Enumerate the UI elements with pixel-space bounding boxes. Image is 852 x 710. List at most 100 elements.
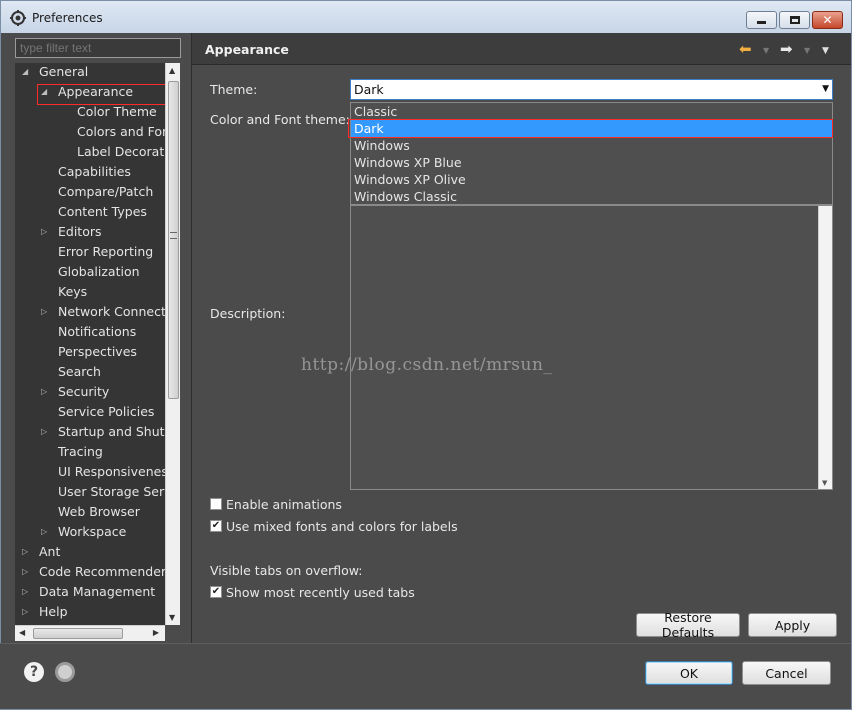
- apply-button[interactable]: Apply: [748, 613, 837, 637]
- tree-item[interactable]: ▷ Startup and Shutdown: [15, 422, 165, 442]
- tree-item[interactable]: Tracing: [15, 442, 165, 462]
- expanded-triangle-icon[interactable]: ◢: [22, 63, 32, 82]
- theme-option[interactable]: Classic: [351, 103, 832, 120]
- tree-item[interactable]: ▷ Code Recommenders: [15, 562, 165, 582]
- collapsed-triangle-icon[interactable]: ▷: [41, 422, 51, 442]
- theme-select-value: Dark: [354, 82, 384, 97]
- tree-item-label: Ant: [39, 544, 61, 559]
- collapsed-triangle-icon[interactable]: ▷: [41, 302, 51, 322]
- close-icon: ✕: [822, 13, 833, 27]
- tree-item-label: Service Policies: [58, 404, 155, 419]
- tree-item-label: Compare/Patch: [58, 184, 154, 199]
- theme-option[interactable]: Windows Classic: [351, 188, 832, 205]
- tree-item-label: General: [39, 64, 89, 79]
- tree-item[interactable]: Label Decorations: [15, 142, 165, 162]
- tree-item[interactable]: ◢ Appearance: [15, 82, 165, 102]
- tree-hscroll-thumb[interactable]: [33, 628, 123, 639]
- restore-defaults-button[interactable]: Restore Defaults: [636, 610, 740, 640]
- collapsed-triangle-icon[interactable]: ▷: [22, 562, 32, 582]
- scroll-down-icon[interactable]: ▼: [822, 479, 827, 487]
- collapsed-triangle-icon[interactable]: ▷: [22, 602, 32, 622]
- theme-select[interactable]: Dark ▼: [350, 79, 833, 100]
- tree-item[interactable]: Keys: [15, 282, 165, 302]
- minimize-button[interactable]: [746, 11, 777, 29]
- tree-item[interactable]: Perspectives: [15, 342, 165, 362]
- tree-item[interactable]: Error Reporting: [15, 242, 165, 262]
- tree-item[interactable]: Compare/Patch: [15, 182, 165, 202]
- theme-option[interactable]: Windows: [351, 137, 832, 154]
- back-arrow-icon[interactable]: ⬅: [739, 41, 752, 57]
- tree-item[interactable]: Service Policies: [15, 402, 165, 422]
- tree-item[interactable]: Colors and Fonts: [15, 122, 165, 142]
- forward-dropdown-icon[interactable]: ▼: [804, 43, 810, 59]
- tree-item[interactable]: Notifications: [15, 322, 165, 342]
- theme-option[interactable]: Windows XP Olive: [351, 171, 832, 188]
- tree-item[interactable]: ▷ Help: [15, 602, 165, 622]
- tree-item-label: Workspace: [58, 524, 127, 539]
- show-recent-tabs-checkbox[interactable]: ✔: [210, 586, 222, 598]
- collapsed-triangle-icon[interactable]: ▷: [41, 222, 51, 242]
- tree-item-label: Tracing: [58, 444, 103, 459]
- mixed-fonts-checkbox[interactable]: ✔: [210, 520, 222, 532]
- maximize-button[interactable]: [779, 11, 810, 29]
- minimize-icon: [757, 21, 766, 24]
- view-menu-icon[interactable]: ▼: [822, 43, 829, 59]
- collapsed-triangle-icon[interactable]: ▷: [41, 382, 51, 402]
- tree-item[interactable]: ▷ Editors: [15, 222, 165, 242]
- collapsed-triangle-icon[interactable]: ▷: [22, 582, 32, 602]
- expanded-triangle-icon[interactable]: ◢: [41, 82, 51, 102]
- import-export-icon[interactable]: [55, 662, 75, 682]
- tree-scroll-thumb[interactable]: [168, 81, 179, 399]
- cancel-button[interactable]: Cancel: [742, 661, 831, 685]
- page-header: Appearance ⬅ ▼ ➡ ▼ ▼: [192, 33, 851, 65]
- enable-animations-label: Enable animations: [226, 497, 342, 512]
- collapsed-triangle-icon[interactable]: ▷: [22, 542, 32, 562]
- scroll-right-icon[interactable]: ▶: [153, 628, 159, 637]
- tree-item[interactable]: ▷ Ant: [15, 542, 165, 562]
- tree-item[interactable]: ▷ Security: [15, 382, 165, 402]
- chevron-down-icon[interactable]: ▼: [822, 80, 829, 99]
- tree-item[interactable]: Color Theme: [15, 102, 165, 122]
- tree-vertical-scrollbar[interactable]: ▲ ▼: [165, 63, 180, 625]
- scroll-down-icon[interactable]: ▼: [169, 613, 175, 622]
- close-button[interactable]: ✕: [812, 11, 843, 29]
- panel-divider[interactable]: [191, 33, 192, 643]
- description-area: ▼: [350, 205, 833, 490]
- tree-item[interactable]: Globalization: [15, 262, 165, 282]
- tree-item-label: Colors and Fonts: [77, 124, 165, 139]
- description-scrollbar[interactable]: ▼: [818, 206, 832, 489]
- scroll-left-icon[interactable]: ◀: [19, 628, 25, 637]
- theme-option[interactable]: Windows XP Blue: [351, 154, 832, 171]
- enable-animations-checkbox[interactable]: [210, 498, 222, 510]
- tree-item[interactable]: ◢ General: [15, 63, 165, 82]
- tree-item-label: User Storage Service: [58, 484, 165, 499]
- tree-item[interactable]: ▷ Network Connections: [15, 302, 165, 322]
- tree-item-label: UI Responsiveness: [58, 464, 165, 479]
- tree-item[interactable]: Search: [15, 362, 165, 382]
- theme-option[interactable]: Dark: [351, 120, 832, 137]
- tree-item[interactable]: Capabilities: [15, 162, 165, 182]
- back-dropdown-icon[interactable]: ▼: [763, 43, 769, 59]
- tree-item-label: Data Management: [39, 584, 156, 599]
- forward-arrow-icon[interactable]: ➡: [780, 41, 793, 57]
- tree-item-label: Startup and Shutdown: [58, 424, 165, 439]
- tree-item-label: Editors: [58, 224, 102, 239]
- ok-button[interactable]: OK: [645, 661, 733, 685]
- tree-item[interactable]: ▷ Workspace: [15, 522, 165, 542]
- tree-item-label: Web Browser: [58, 504, 140, 519]
- tree-item[interactable]: ▷ Data Management: [15, 582, 165, 602]
- tree-item-label: Content Types: [58, 204, 147, 219]
- tree-item[interactable]: User Storage Service: [15, 482, 165, 502]
- filter-input[interactable]: [15, 38, 181, 58]
- tree-horizontal-scrollbar[interactable]: ◀ ▶: [15, 625, 165, 641]
- watermark-text: http://blog.csdn.net/mrsun_: [301, 355, 553, 375]
- mixed-fonts-label: Use mixed fonts and colors for labels: [226, 519, 458, 534]
- grip-icon: [170, 232, 177, 239]
- scroll-up-icon[interactable]: ▲: [169, 66, 175, 75]
- tree-item[interactable]: UI Responsiveness: [15, 462, 165, 482]
- help-icon[interactable]: ?: [24, 662, 44, 682]
- tree-item[interactable]: Content Types: [15, 202, 165, 222]
- collapsed-triangle-icon[interactable]: ▷: [41, 522, 51, 542]
- tree-item-label: Help: [39, 604, 68, 619]
- tree-item[interactable]: Web Browser: [15, 502, 165, 522]
